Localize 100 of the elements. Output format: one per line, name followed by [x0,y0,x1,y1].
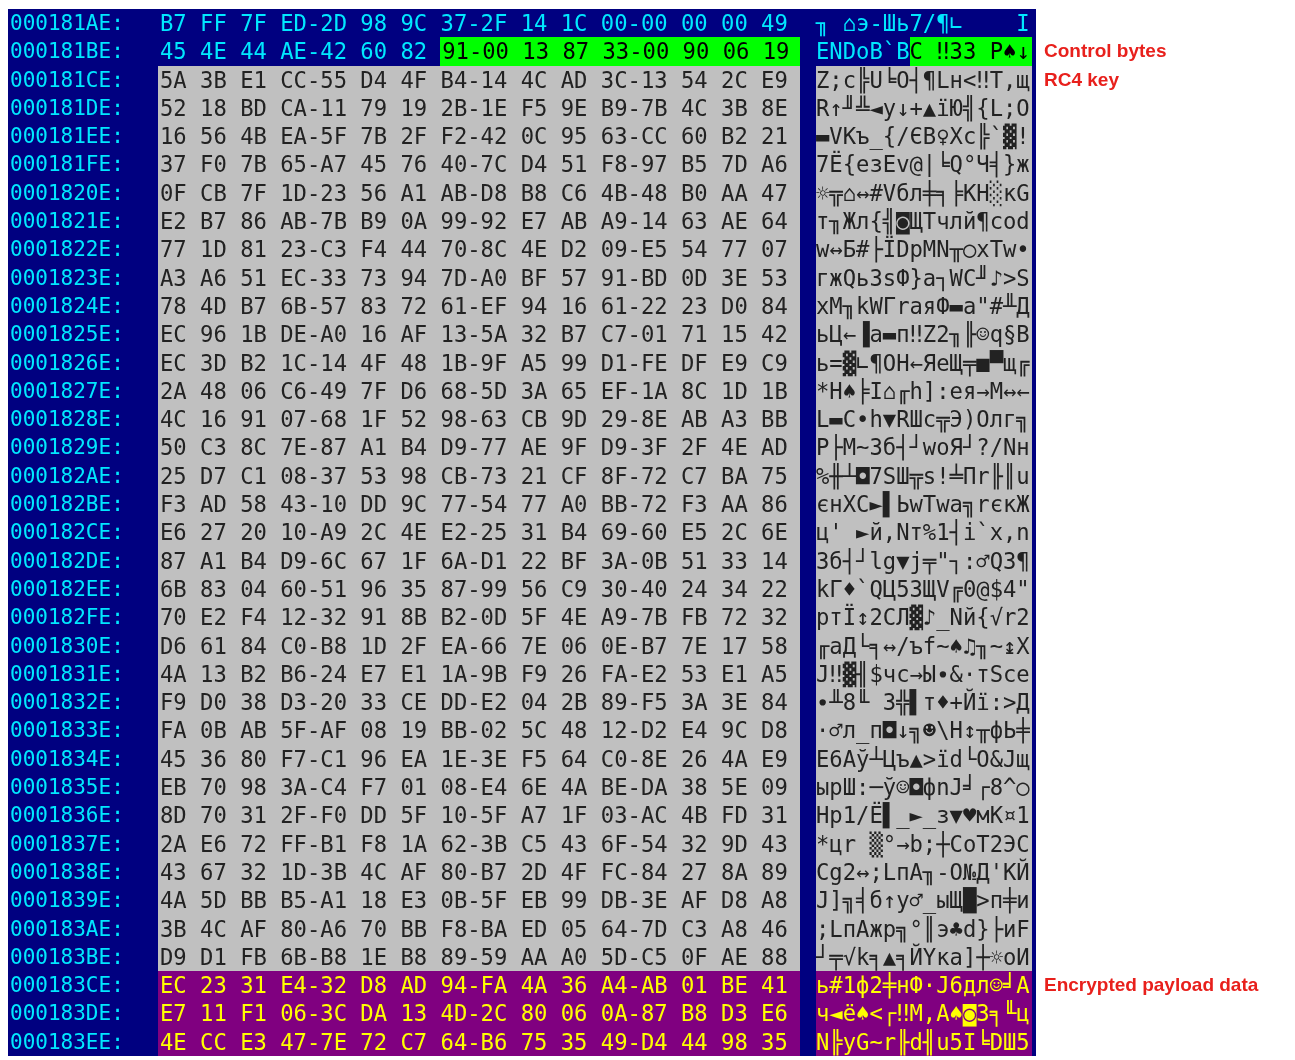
hex-bytes: 16 56 4B EA-5F 7B 2F F2-42 0C 95 63-CC 60 B2 21 [158,122,800,151]
ascii-text: С ‼З3 Р♠↓ [909,37,1032,66]
hex-address: 000181DE: [9,94,125,122]
annotation-label: Control bytes [1044,39,1167,64]
ascii-text: pтЇ↕2СЛ▓♪_Nй{√r2 [816,603,1032,632]
hex-address: 000181CE: [9,66,125,94]
hex-address: 0001830E: [9,632,125,660]
hex-address: 000181AE: [9,10,125,37]
ascii-text: ыpШ:─ў☺◘фnJ╛┌8^○ [816,773,1032,802]
ascii-text: ьЦ←▐а▬п‼Z2╖╟☺q§B [816,320,1032,349]
ascii-text: E6Аў┴Цъ▲>їd└О&Jщ [816,744,1032,773]
ascii-text: R↑╜╩◄y↓+▲їЮ╣{L;О [816,93,1032,123]
hex-bytes: D9 D1 FB 6B-B8 1E B8 89-59 AA A0 5D-C5 0F AE 88 [158,942,800,972]
hex-bytes: 5A 3B E1 CC-55 D4 4F B4-14 4C AD 3C-13 54 2C E9 [158,65,800,94]
hex-address: 0001820E: [9,179,125,207]
hex-bytes: 4E CC E3 47-7E 72 C7 64-B6 75 35 49-D4 44 98 35 [158,1027,800,1056]
hex-address: 0001837E: [9,830,125,858]
hex-address: 0001832E: [9,689,125,717]
hex-address: 000183CE: [9,972,125,1000]
hex-address: 0001839E: [9,887,125,915]
hex-address: 000182CE: [9,519,125,547]
hex-bytes: 78 4D B7 6B-57 83 72 61-EF 94 16 61-22 23 D0 84 [158,291,800,321]
hex-address: 0001825E: [9,321,125,349]
hex-bytes: 52 18 BD CA-11 79 19 2B-1E F5 9E B9-7B 4C 3B 8E [158,93,800,123]
hex-bytes: A3 A6 51 EC-33 73 94 7D-A0 BF 57 91-BD 0D 3E 53 [158,263,800,292]
hex-bytes: 0F CB 7F 1D-23 56 A1 AB-D8 B8 C6 4B-48 B0 AA 47 [158,178,800,208]
hex-bytes: 6B 83 04 60-51 96 35 87-99 56 C9 30-40 24 34 22 [158,574,800,604]
hex-address: 0001834E: [9,745,125,773]
hex-address: 000182BE: [9,491,125,519]
hex-address: 0001833E: [9,717,125,745]
hex-address: 0001826E: [9,349,125,377]
ascii-text: Зб┤┘lg▼j╤"┐:♂Q3¶ [816,546,1032,575]
ascii-text: ч◄ё♠<┌‼M,А♠◙З╕╙ц [816,999,1032,1028]
ascii-text: ь=▓∟¶OH←ЯеЩ╤■▀щ╔ [816,348,1032,377]
hex-address: 0001822E: [9,236,125,264]
ascii-text: ▬VKъ_{/ЄB♀Хc╠`▓! [816,122,1032,151]
ascii-text: ∙╨8╙ 3╬▌т♦+Йї:>Д [816,688,1032,717]
hex-address: 0001821E: [9,208,125,236]
hex-bytes: 91-00 13 87 33-00 90 06 19 [440,37,800,66]
ascii-text: ц' ►й,Nт%1┤i`х,n [816,518,1032,547]
hex-address: 000181EE: [9,123,125,151]
hex-bytes: 2A E6 72 FF-B1 F8 1A 62-3B C5 43 6F-54 32 9D 43 [158,829,800,858]
hex-bytes: B7 FF 7F ED-2D 98 9C 37-2F 14 1C 00-00 00 00 49 [159,9,789,38]
hex-bytes: EB 70 98 3A-C4 F7 01 08-E4 6E 4A BE-DA 38 5E 09 [158,773,800,802]
hex-bytes: EC 23 31 E4-32 D8 AD 94-FA 4A 36 A4-AB 01 BE 41 [158,971,800,1000]
hex-bytes: E7 11 F1 06-3C DA 13 4D-2C 80 06 0A-87 B8 D3 E6 [158,999,800,1028]
hex-bytes: 25 D7 C1 08-37 53 98 CB-73 21 CF 8F-72 C7 BA 75 [158,461,800,491]
hex-address: 0001836E: [9,802,125,830]
ascii-text: kГ♦`QЦ5ЗЩV╔0@$4" [816,574,1032,604]
ascii-text: ;LпАжp╗°║э♣d}├иF [816,914,1032,943]
ascii-text: P├М~Зб┤┘wоЯ┘?/Nн [816,433,1032,462]
hex-bytes: 37 F0 7B 65-A7 45 76 40-7C D4 51 F8-97 B5 7D A6 [158,150,800,179]
ascii-text: J]╗╡б↑у♂_ыЩ█>п╪и [816,886,1032,915]
hex-address: 0001824E: [9,292,125,320]
ascii-text: т╖Жл{╣◙ЩТчлй¶cоd [816,207,1032,236]
hex-bytes: 4C 16 91 07-68 1F 52 98-63 CB 9D 29-8E AB A3 BB [158,405,800,434]
ascii-text: 7Ё{eзEv@|╘Q°Ч╡}ж [816,150,1032,179]
hex-bytes: 77 1D 81 23-C3 F4 44 70-8C 4E D2 09-E5 54 77 07 [158,235,800,264]
hex-bytes: E6 27 20 10-A9 2C 4E E2-25 31 B4 69-60 E5 2C 6E [158,518,800,547]
hex-address: 000182FE: [9,604,125,632]
ascii-text: *цr ▒°→b;┼CoT2ЭC [816,829,1032,858]
hex-bytes: 87 A1 B4 D9-6C 67 1F 6A-D1 22 BF 3A-0B 51 33 14 [158,546,800,575]
hex-bytes: EC 3D B2 1C-14 4F 48 1B-9F A5 99 D1-FE DF E9 C9 [158,348,800,377]
hex-bytes: 43 67 32 1D-3B 4C AF 80-B7 2D 4F FC-84 27 8A 89 [158,857,800,887]
ascii-text: Cg2↔;LпА╖-O№Д'КЙ [816,857,1032,887]
ascii-text: L▬С•h▼RШc╦Э)Олг╗ [816,405,1032,434]
hex-address: 000183BE: [9,943,125,971]
hex-bytes: 50 C3 8C 7E-87 A1 B4 D9-77 AE 9F D9-3F 2F 4E AD [158,433,800,462]
hex-address: 0001831E: [9,660,125,688]
hex-address: 000181BE: [9,38,125,66]
annotation-label: RC4 key [1044,67,1119,92]
hex-bytes: FA 0B AB 5F-AF 08 19 BB-02 5C 48 12-D2 E4 9C D8 [158,716,800,745]
hex-address: 0001838E: [9,858,125,886]
ascii-text: Нp1/Ё▌_►_з▼♥мK¤1 [816,801,1032,830]
hex-bytes: EC 96 1B DE-A0 16 AF 13-5A 32 B7 C7-01 71 15 42 [158,320,800,349]
ascii-text: ╖ ⌂э-Шь7/¶∟ I [816,9,1031,38]
hex-address: 0001823E: [9,264,125,292]
hex-address: 0001828E: [9,406,125,434]
ascii-text: ь#1ф2╪нФ·J6дл☺╛A [816,971,1032,1000]
hex-bytes: 4A 13 B2 B6-24 E7 E1 1A-9B F9 26 FA-E2 53 E1 A5 [158,659,800,689]
annotation-label: Encrypted payload data [1044,973,1259,998]
hex-address: 000181FE: [9,151,125,179]
hex-bytes: E2 B7 86 AB-7B B9 0A 99-92 E7 AB A9-14 63 AE 64 [158,207,800,236]
hex-bytes: F9 D0 38 D3-20 33 CE DD-E2 04 2B 89-F5 3A 3E 84 [158,688,800,717]
hex-bytes: D6 61 84 C0-B8 1D 2F EA-66 7E 06 0E-B7 7E 17 58 [158,631,800,660]
ascii-text: %╫┴◘7SШ╦s!╧Пr╟║u [816,461,1032,491]
ascii-text: ·♂л_п◘↓╗☻\H↕╥фЬ╪ [816,716,1032,745]
hex-address: 000183DE: [9,1000,125,1028]
hex-address: 0001827E: [9,377,125,405]
hex-address: 000183AE: [9,915,125,943]
hex-address: 0001829E: [9,434,125,462]
ascii-text: w↔Б#├ЇDpМN╥○хTw• [816,235,1032,264]
hex-address: 000182DE: [9,547,125,575]
hex-bytes: 4A 5D BB B5-A1 18 E3 0B-5F EB 99 DB-3E AF D8 A8 [158,886,800,915]
ascii-text: гжQь3sФ}а┐WС╜♪>S [816,263,1032,292]
ascii-text: J‼▓╢$чс→Ы∙&·тSсе [816,659,1032,689]
ascii-text: N╠уG~r╟d╢u5I╘DШ5 [816,1027,1032,1056]
ascii-text: ╓aД└╕↔/ъf~♠♫╖~↨X [816,631,1032,660]
hex-bytes: 70 E2 F4 12-32 91 8B B2-0D 5F 4E A9-7B FB 72 32 [158,603,800,632]
hex-bytes: 2A 48 06 C6-49 7F D6 68-5D 3A 65 EF-1A 8C 1D 1B [158,376,800,406]
